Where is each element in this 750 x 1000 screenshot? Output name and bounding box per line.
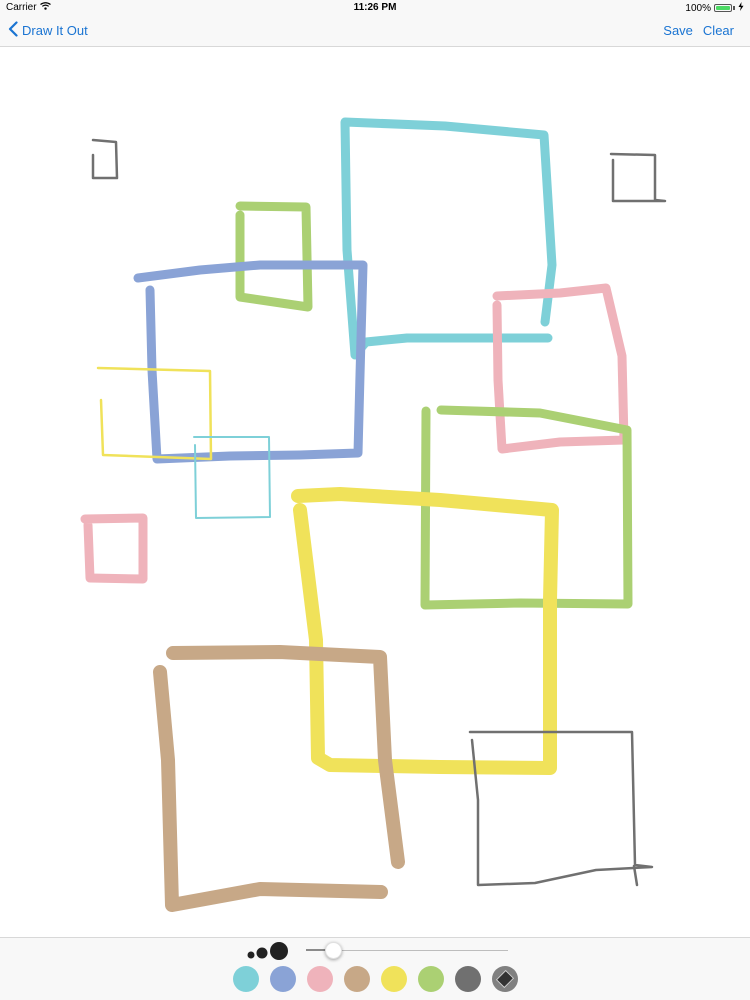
status-right: 100% xyxy=(685,2,744,14)
back-button-label: Draw It Out xyxy=(22,23,88,38)
save-button[interactable]: Save xyxy=(663,23,693,38)
clear-button[interactable]: Clear xyxy=(703,23,734,38)
color-swatch-cyan[interactable] xyxy=(233,966,259,992)
color-palette xyxy=(233,966,518,992)
drawn-stroke xyxy=(166,645,405,869)
drawing-app-screen: Carrier 11:26 PM 100% Draw It Out Save C… xyxy=(0,0,750,1000)
brush-size-icon xyxy=(246,941,296,961)
color-swatch-yellow[interactable] xyxy=(381,966,407,992)
navigation-bar: Draw It Out Save Clear xyxy=(0,16,750,47)
drawn-stroke xyxy=(91,138,119,180)
brush-size-slider[interactable] xyxy=(306,942,508,959)
drawn-stroke xyxy=(609,152,667,203)
slider-thumb[interactable] xyxy=(324,942,342,959)
color-swatch-pink[interactable] xyxy=(307,966,333,992)
nav-actions: Save Clear xyxy=(663,23,734,38)
brush-toolbar xyxy=(0,937,750,1000)
charging-bolt-icon xyxy=(738,2,744,14)
color-swatch-blue[interactable] xyxy=(270,966,296,992)
eraser-button[interactable] xyxy=(492,966,518,992)
drawn-stroke xyxy=(340,117,557,360)
drawn-stroke xyxy=(80,513,148,584)
drawing-canvas[interactable] xyxy=(0,47,750,937)
eraser-icon xyxy=(495,969,515,989)
battery-percent: 100% xyxy=(685,2,711,14)
color-swatch-gray[interactable] xyxy=(455,966,481,992)
color-swatch-tan[interactable] xyxy=(344,966,370,992)
drawn-stroke xyxy=(153,665,388,912)
drawn-stroke xyxy=(235,201,313,312)
drawn-stroke xyxy=(193,436,271,519)
battery-level xyxy=(716,6,730,10)
battery-tip xyxy=(733,6,735,10)
back-button[interactable]: Draw It Out xyxy=(8,21,88,40)
color-swatch-green[interactable] xyxy=(418,966,444,992)
battery-icon xyxy=(714,4,732,12)
drawn-stroke xyxy=(468,730,654,887)
strokes-layer xyxy=(80,117,667,912)
status-time: 11:26 PM xyxy=(353,2,397,13)
chevron-left-icon xyxy=(8,21,18,40)
status-bar: Carrier 11:26 PM 100% xyxy=(0,0,750,16)
